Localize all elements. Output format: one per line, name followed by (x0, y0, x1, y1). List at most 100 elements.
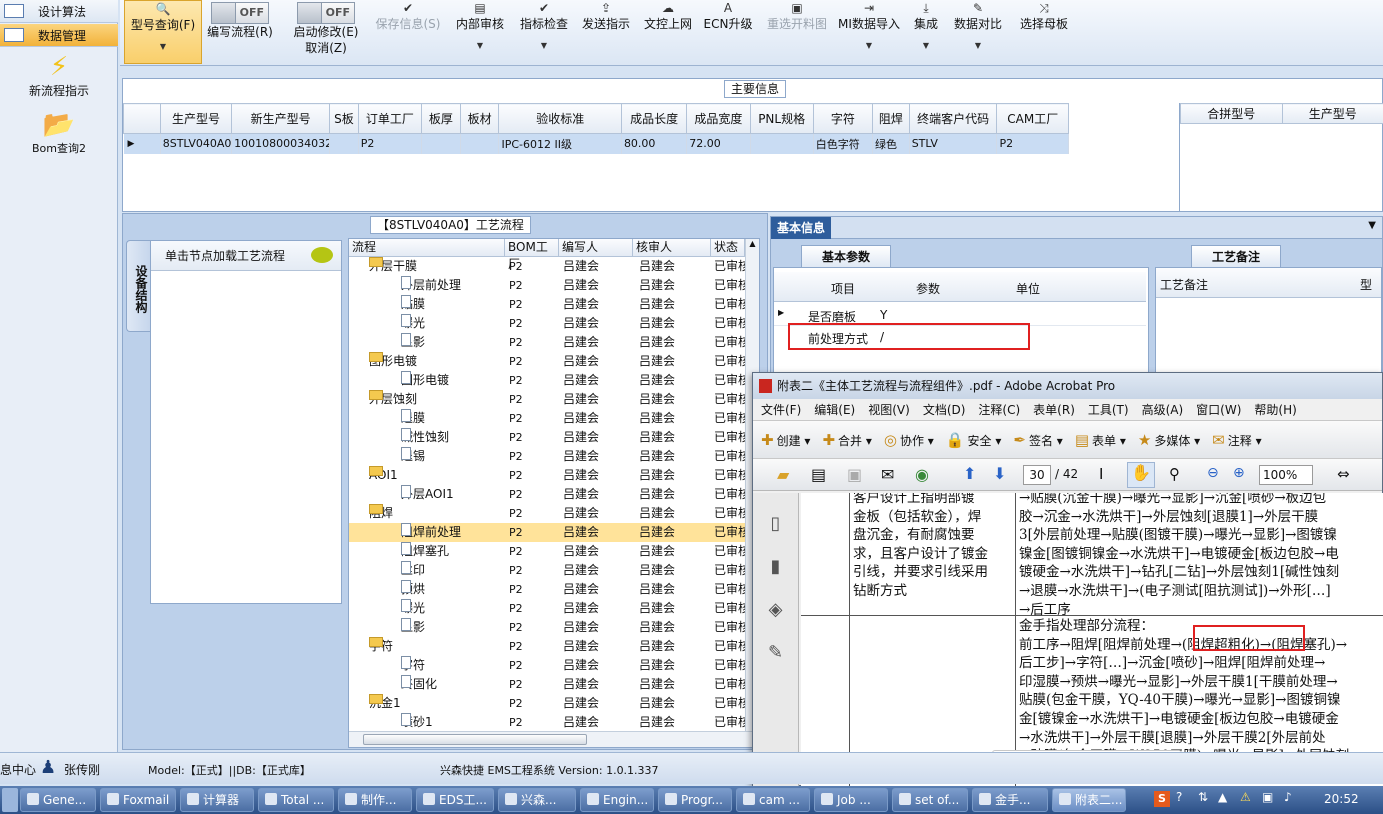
main-cell[interactable]: P2 (358, 133, 422, 154)
tree-row[interactable]: 显影P2吕建会吕建会已审核 (349, 618, 745, 637)
zoom-tool-icon[interactable]: ⚲ (1169, 465, 1180, 483)
table-row[interactable]: ▶ 8STLV040A0 10010800034032 P2 IPC-6012 II级 8… (123, 133, 1069, 154)
tree-row[interactable]: 阻焊塞孔P2吕建会吕建会已审核 (349, 542, 745, 561)
main-column-header[interactable]: 阻焊 (871, 103, 910, 134)
new-flow-instruction-tool[interactable]: ⚡ 新流程指示 (0, 52, 118, 99)
select-text-icon[interactable]: I (1099, 465, 1103, 483)
tree-row[interactable]: 阻焊前处理P2吕建会吕建会已审核 (349, 523, 745, 542)
tree-row[interactable]: 碱性蚀刻P2吕建会吕建会已审核 (349, 428, 745, 447)
taskbar-button[interactable]: 附表二... (1052, 788, 1126, 812)
tree-row[interactable]: 终固化P2吕建会吕建会已审核 (349, 675, 745, 694)
taskbar-button[interactable]: Foxmail (100, 788, 176, 812)
tree-row[interactable]: 预烘P2吕建会吕建会已审核 (349, 580, 745, 599)
network-tray-icon[interactable]: ⇅ (1198, 790, 1208, 804)
bookmarks-icon[interactable]: ▮ (753, 556, 798, 577)
hand-tool-icon[interactable]: ✋ (1127, 462, 1155, 488)
cancel-label[interactable]: 取消(Z) (305, 41, 347, 55)
data-compare-button[interactable]: ✎ 数据对比 ▼ (950, 0, 1006, 64)
signatures-icon[interactable]: ✎ (753, 642, 798, 663)
main-cell[interactable]: P2 (996, 133, 1069, 154)
acrobat-menu-item[interactable]: 表单(R) (1033, 403, 1075, 417)
writer-column-header[interactable]: 编写人 (559, 239, 633, 257)
layers-icon[interactable]: ◈ (753, 599, 798, 620)
tree-row[interactable]: 贴膜P2吕建会吕建会已审核 (349, 295, 745, 314)
send-instruction-button[interactable]: ⇪ 发送指示 (578, 0, 634, 64)
main-cell[interactable] (750, 133, 814, 154)
show-desktop-button[interactable] (2, 788, 18, 812)
tree-row[interactable]: −沉金1P2吕建会吕建会已审核 (349, 694, 745, 713)
param-value[interactable]: Y (880, 308, 887, 322)
main-column-header[interactable]: 板材 (459, 103, 500, 134)
tree-row[interactable]: 字符P2吕建会吕建会已审核 (349, 656, 745, 675)
modify-toggle[interactable]: OFF (297, 2, 355, 24)
acrobat-menu-item[interactable]: 帮助(H) (1254, 403, 1296, 417)
acrobat-tool-multimedia[interactable]: ★ 多媒体 ▾ (1138, 431, 1200, 449)
ecn-upgrade-button[interactable]: A ECN升级 (700, 0, 756, 64)
taskbar-button[interactable]: Total ... (258, 788, 334, 812)
warning-tray-icon[interactable]: ⚠ (1240, 790, 1251, 804)
acrobat-menu-item[interactable]: 注释(C) (978, 403, 1020, 417)
tree-row[interactable]: 丝印P2吕建会吕建会已审核 (349, 561, 745, 580)
acrobat-menu-item[interactable]: 视图(V) (868, 403, 910, 417)
taskbar-button[interactable]: Gene... (20, 788, 96, 812)
pages-icon[interactable]: ▯ (753, 513, 798, 534)
tree-row[interactable]: 外层AOI1P2吕建会吕建会已审核 (349, 485, 745, 504)
tree-row[interactable]: 图形电镀P2吕建会吕建会已审核 (349, 371, 745, 390)
tab-process-remark[interactable]: 工艺备注 (1191, 245, 1281, 267)
taskbar-button[interactable]: cam ... (736, 788, 810, 812)
tree-row[interactable]: −AOI1P2吕建会吕建会已审核 (349, 466, 745, 485)
main-column-header[interactable]: CAM工厂 (996, 103, 1069, 134)
speaker-tray-icon[interactable]: ♪ (1284, 790, 1292, 804)
main-cell[interactable] (329, 133, 359, 154)
main-cell[interactable] (460, 133, 500, 154)
sogou-tray-icon[interactable]: S (1154, 791, 1170, 807)
doc-control-online-button[interactable]: ☁ 文控上网 (640, 0, 696, 64)
acrobat-tool-pen[interactable]: ✒ 签名 ▾ (1013, 431, 1062, 449)
zoom-out-icon[interactable]: ⊖ (1207, 465, 1219, 481)
flow-column-header[interactable]: 流程 (349, 239, 505, 257)
page-number-input[interactable]: 30 (1023, 465, 1051, 485)
main-column-header[interactable]: 订单工厂 (357, 103, 422, 134)
main-column-header[interactable]: 字符 (812, 103, 873, 134)
nav-item-data-management[interactable]: 数据管理 (0, 24, 118, 47)
taskbar-button[interactable]: 计算器 (180, 788, 254, 812)
taskbar-button[interactable]: Job ... (814, 788, 888, 812)
write-flow-toggle[interactable]: OFF (211, 2, 269, 24)
acrobat-tool-lock[interactable]: 🔒 安全 ▾ (946, 431, 1002, 449)
web-icon[interactable]: ◉ (915, 465, 929, 484)
acrobat-menu-item[interactable]: 窗口(W) (1196, 403, 1241, 417)
tree-horizontal-scrollbar[interactable] (349, 731, 759, 747)
taskbar-button[interactable]: set of... (892, 788, 968, 812)
clock[interactable]: 20:52 (1324, 792, 1359, 806)
main-cell[interactable]: 绿色 (872, 133, 910, 154)
zoom-level-select[interactable]: 100% (1259, 465, 1313, 485)
main-cell[interactable]: IPC-6012 II级 (498, 133, 622, 154)
acrobat-menu-item[interactable]: 编辑(E) (814, 403, 855, 417)
main-column-header[interactable]: 成品长度 (620, 103, 688, 134)
page-down-icon[interactable]: ⬇ (993, 464, 1006, 483)
equipment-structure-tab[interactable]: 设备结构 (126, 240, 150, 332)
taskbar-button[interactable]: EDS工... (416, 788, 494, 812)
taskbar-button[interactable]: Progr... (658, 788, 732, 812)
tab-basic-params[interactable]: 基本参数 (801, 245, 891, 267)
select-motherboard-button[interactable]: ⤨ 选择母板 (1012, 0, 1076, 64)
taskbar-button[interactable]: 兴森... (498, 788, 576, 812)
open-folder-icon[interactable]: ▰ (777, 465, 789, 484)
fit-width-icon[interactable]: ⇔ (1337, 465, 1350, 483)
help-tray-icon[interactable]: ? (1176, 790, 1182, 804)
main-column-header[interactable]: 板厚 (420, 103, 461, 134)
tree-row[interactable]: −外层干膜P2吕建会吕建会已审核 (349, 257, 745, 276)
main-column-header[interactable]: 新生产型号 (231, 103, 331, 134)
scroll-thumb[interactable] (363, 734, 587, 745)
acrobat-tool-merge[interactable]: ✚ 合并 ▾ (822, 431, 871, 449)
acrobat-titlebar[interactable]: 附表二《主体工艺流程与流程组件》.pdf - Adobe Acrobat Pro (753, 373, 1382, 399)
page-up-icon[interactable]: ⬆ (963, 464, 976, 483)
indicator-check-button[interactable]: ✔ 指标检查 ▼ (516, 0, 572, 64)
acrobat-menu-item[interactable]: 工具(T) (1088, 403, 1129, 417)
tree-row[interactable]: 曝光P2吕建会吕建会已审核 (349, 599, 745, 618)
acrobat-tool-create[interactable]: ✚ 创建 ▾ (761, 431, 810, 449)
acrobat-menu-item[interactable]: 文件(F) (761, 403, 801, 417)
acrobat-menu-item[interactable]: 高级(A) (1142, 403, 1184, 417)
bom-query-tool[interactable]: 📂 Bom查询2 (0, 110, 118, 156)
email-icon[interactable]: ✉ (881, 465, 894, 484)
